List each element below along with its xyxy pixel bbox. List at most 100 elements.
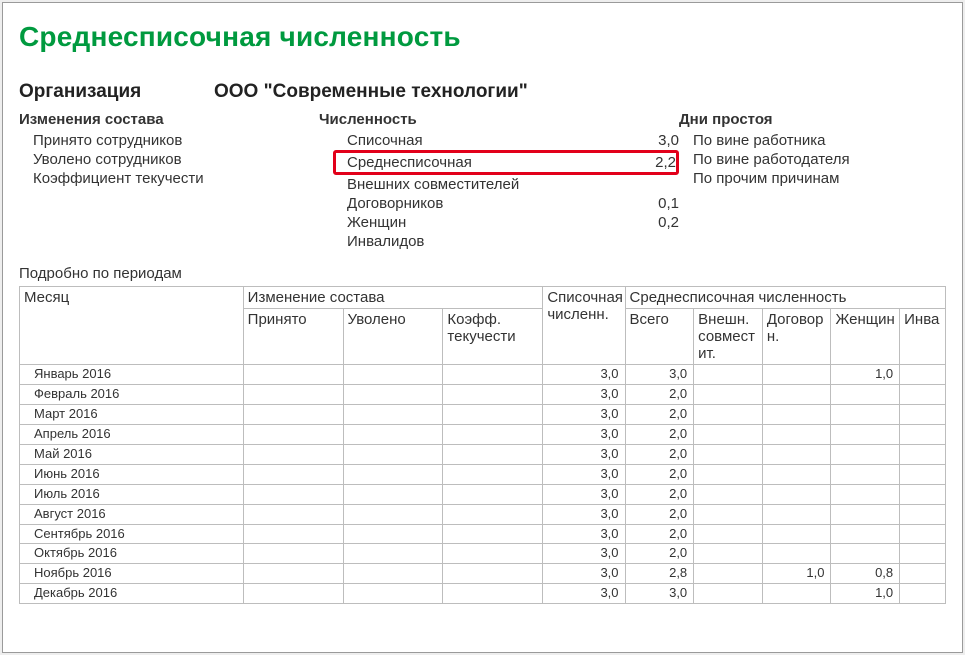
organization-label: Организация	[19, 81, 214, 103]
cell-month: Февраль 2016	[20, 384, 244, 404]
cell-women	[831, 544, 900, 564]
changes-value	[283, 132, 319, 149]
periods-title: Подробно по периодам	[19, 265, 946, 282]
cell-ext	[694, 584, 763, 604]
cell-ext	[694, 544, 763, 564]
cell-kt	[443, 444, 543, 464]
count-value: 0,1	[643, 195, 679, 212]
report-frame: Среднесписочная численность Организация …	[2, 2, 963, 653]
cell-inv	[900, 584, 946, 604]
cell-hired	[243, 444, 343, 464]
cell-month: Март 2016	[20, 404, 244, 424]
cell-fired	[343, 444, 443, 464]
idle-column: Дни простоя По вине работникаПо вине раб…	[679, 111, 946, 188]
cell-dog	[762, 524, 831, 544]
th-inv: Инва	[900, 309, 946, 365]
cell-hired	[243, 484, 343, 504]
cell-hired	[243, 564, 343, 584]
idle-label: По вине работодателя	[693, 151, 860, 168]
idle-label: По прочим причинам	[693, 170, 849, 187]
cell-kt	[443, 365, 543, 385]
cell-fired	[343, 464, 443, 484]
changes-label: Уволено сотрудников	[33, 151, 192, 168]
cell-women	[831, 424, 900, 444]
changes-row: Уволено сотрудников	[19, 150, 319, 169]
cell-hired	[243, 524, 343, 544]
count-label: Договорников	[347, 195, 453, 212]
count-value	[643, 176, 679, 193]
cell-women: 1,0	[831, 584, 900, 604]
cell-fired	[343, 524, 443, 544]
changes-column: Изменения состава Принято сотрудниковУво…	[19, 111, 319, 188]
cell-ext	[694, 504, 763, 524]
cell-ext	[694, 484, 763, 504]
th-fired: Уволено	[343, 309, 443, 365]
cell-month: Август 2016	[20, 504, 244, 524]
cell-fired	[343, 544, 443, 564]
cell-dog	[762, 424, 831, 444]
cell-month: Ноябрь 2016	[20, 564, 244, 584]
cell-fired	[343, 424, 443, 444]
changes-row: Принято сотрудников	[19, 131, 319, 150]
table-row: Март 2016 3,02,0	[20, 404, 946, 424]
th-list: Списочная численн.	[543, 287, 625, 365]
count-row: Списочная3,0	[319, 131, 679, 150]
cell-hired	[243, 424, 343, 444]
cell-list: 3,0	[543, 504, 625, 524]
cell-kt	[443, 424, 543, 444]
cell-hired	[243, 504, 343, 524]
cell-total: 2,0	[625, 404, 694, 424]
cell-kt	[443, 404, 543, 424]
count-value: 2,2	[640, 154, 676, 171]
cell-dog	[762, 404, 831, 424]
table-row: Февраль 20163,02,0	[20, 384, 946, 404]
changes-header: Изменения состава	[19, 111, 319, 128]
cell-kt	[443, 564, 543, 584]
cell-list: 3,0	[543, 424, 625, 444]
cell-kt	[443, 464, 543, 484]
cell-total: 2,8	[625, 564, 694, 584]
cell-total: 2,0	[625, 484, 694, 504]
cell-dog	[762, 365, 831, 385]
cell-hired	[243, 584, 343, 604]
cell-hired	[243, 365, 343, 385]
count-label: Внешних совместителей	[347, 176, 529, 193]
th-dog: Договор н.	[762, 309, 831, 365]
count-column: Численность Списочная3,0 Среднесписочная 2…	[319, 111, 679, 251]
cell-inv	[900, 464, 946, 484]
cell-inv	[900, 524, 946, 544]
cell-inv	[900, 424, 946, 444]
cell-total: 3,0	[625, 365, 694, 385]
cell-ext	[694, 424, 763, 444]
cell-inv	[900, 484, 946, 504]
cell-inv	[900, 444, 946, 464]
cell-hired	[243, 544, 343, 564]
count-label: Списочная	[347, 132, 433, 149]
table-row: Декабрь 20163,03,01,0	[20, 584, 946, 604]
idle-value	[910, 132, 946, 149]
table-row: Май 20163,02,0	[20, 444, 946, 464]
cell-hired	[243, 384, 343, 404]
count-row: Договорников 0,1	[319, 194, 679, 213]
table-row: Август 2016 3,02,0	[20, 504, 946, 524]
cell-list: 3,0	[543, 404, 625, 424]
cell-list: 3,0	[543, 484, 625, 504]
count-row: Инвалидов	[319, 232, 679, 251]
changes-row: Коэффициент текучести	[19, 169, 319, 188]
cell-fired	[343, 584, 443, 604]
idle-header: Дни простоя	[679, 111, 946, 128]
cell-list: 3,0	[543, 464, 625, 484]
count-header: Численность	[319, 111, 679, 128]
cell-month: Июль 2016	[20, 484, 244, 504]
cell-total: 2,0	[625, 464, 694, 484]
cell-total: 2,0	[625, 504, 694, 524]
changes-value	[283, 170, 319, 187]
cell-month: Июнь 2016	[20, 464, 244, 484]
table-row: Январь 20163,03,01,0	[20, 365, 946, 385]
cell-list: 3,0	[543, 524, 625, 544]
cell-month: Октябрь 2016	[20, 544, 244, 564]
cell-inv	[900, 504, 946, 524]
cell-dog	[762, 464, 831, 484]
count-label: Среднесписочная	[347, 154, 482, 171]
cell-women: 1,0	[831, 365, 900, 385]
